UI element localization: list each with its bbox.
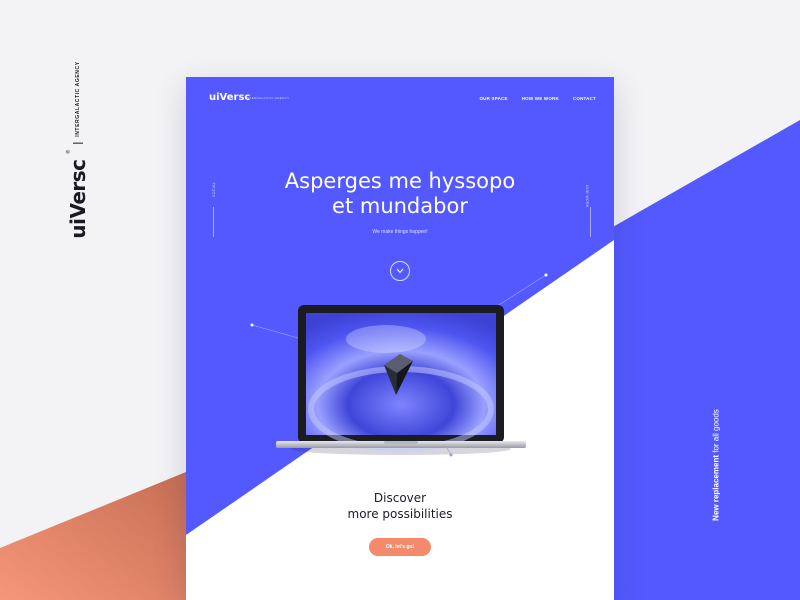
cta-button[interactable]: Ok, let's go! [369, 538, 431, 556]
right-tagline-rest: for all goods [711, 409, 721, 455]
coral-diagonal-band [0, 472, 186, 600]
cta-title: Discover more possibilities [186, 490, 614, 522]
brand-logo: uiVersc [66, 159, 90, 239]
cta-title-line2: more possibilities [347, 507, 453, 521]
side-brand: uiVersc ® INTERGALACTIC AGENCY [66, 61, 90, 238]
right-tagline: New replacement for all goods [712, 409, 721, 521]
landing-page-mockup: uiVersc INTERGALACTIC AGENCY OUR SPACE H… [186, 77, 614, 600]
right-tagline-bold: New replacement [711, 455, 721, 521]
registered-mark: ® [66, 149, 72, 154]
laptop-mockup [276, 305, 526, 455]
brand-tagline: INTERGALACTIC AGENCY [75, 61, 81, 137]
brand-separator [73, 142, 83, 144]
blue-diagonal-band [590, 120, 800, 600]
cta-title-line1: Discover [373, 491, 427, 505]
